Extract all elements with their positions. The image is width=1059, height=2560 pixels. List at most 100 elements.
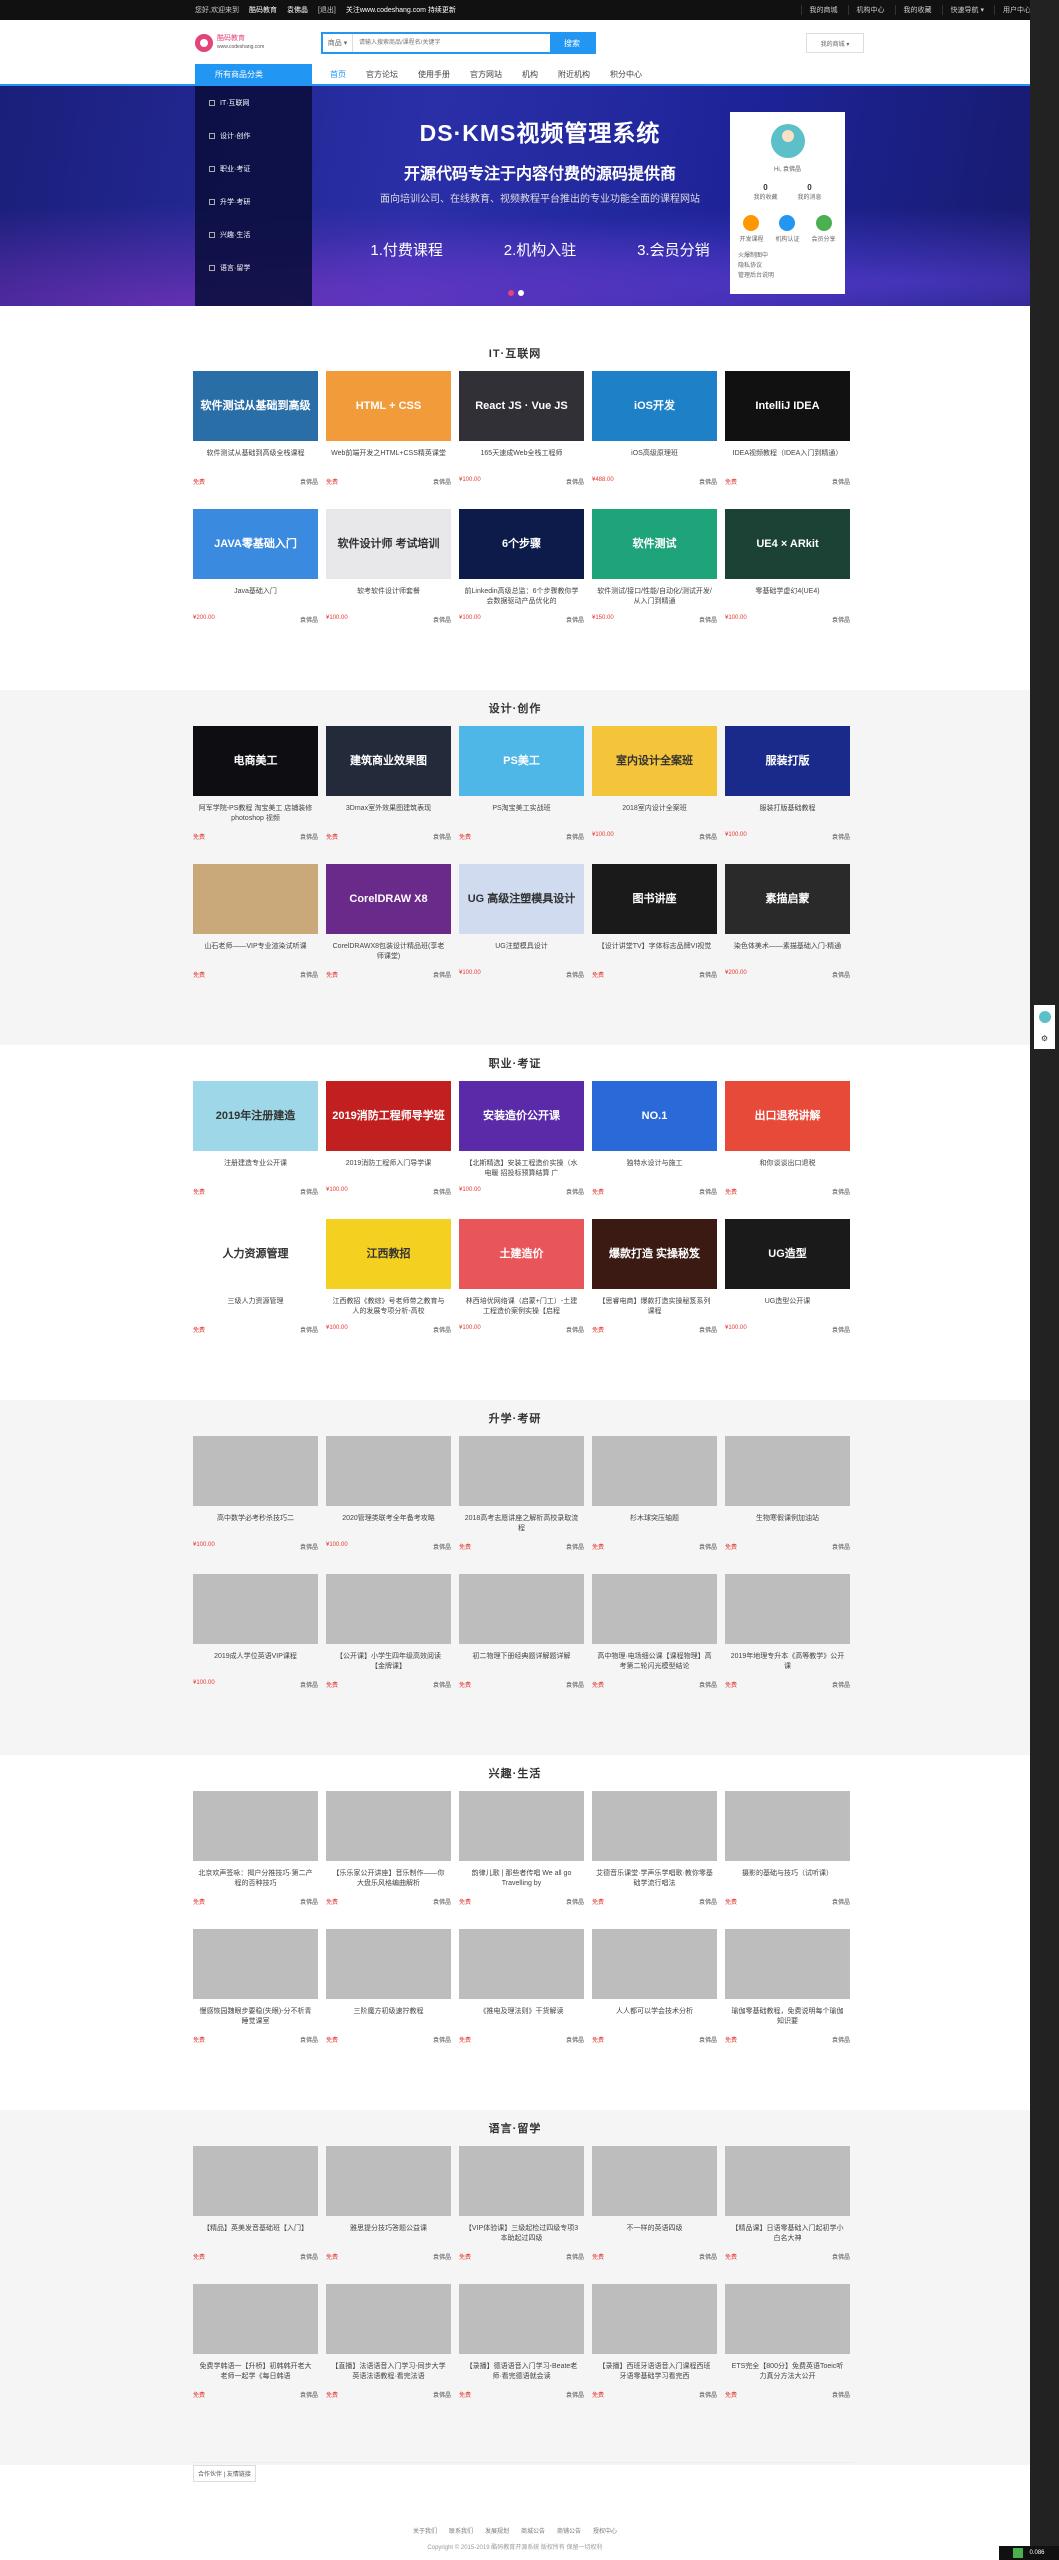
course-card[interactable]: HTML + CSS Web前端开发之HTML+CSS精英课堂 免费 袁佛晶 xyxy=(326,371,451,509)
logout-link[interactable]: [退出] xyxy=(318,5,336,15)
course-seller[interactable]: 袁佛晶 xyxy=(699,1897,717,1906)
course-title[interactable]: 2019消防工程师入门导学课 xyxy=(326,1159,451,1181)
course-seller[interactable]: 袁佛晶 xyxy=(433,2252,451,2261)
course-title[interactable]: 不一样的英语四级 xyxy=(592,2224,717,2246)
course-title[interactable]: 【录播】德语语音入门学习-Beate老师·看完德语就会读 xyxy=(459,2362,584,2384)
course-seller[interactable]: 袁佛晶 xyxy=(300,1897,318,1906)
course-card[interactable]: 爆款打造 实操秘笈 【思睿电商】爆款打造实操秘笈系列课程 免费 袁佛晶 xyxy=(592,1219,717,1357)
course-title[interactable]: 独特水设计与施工 xyxy=(592,1159,717,1181)
course-thumbnail[interactable] xyxy=(459,1574,584,1644)
carousel-dot[interactable] xyxy=(508,290,514,296)
course-card[interactable]: 初二物理下册经典题详解题详解 免费 袁佛晶 xyxy=(459,1574,584,1712)
course-title[interactable]: Web前端开发之HTML+CSS精英课堂 xyxy=(326,449,451,471)
sidebar-item-career[interactable]: 职业·考证 xyxy=(195,152,312,185)
course-thumbnail[interactable] xyxy=(326,1436,451,1506)
course-title[interactable]: 江西教招《教综》号老师带之教育与人的发展专项分析-高校 xyxy=(326,1297,451,1319)
course-thumbnail[interactable]: 2019年注册建造 xyxy=(193,1081,318,1151)
course-title[interactable]: 雅思提分技巧答题公益课 xyxy=(326,2224,451,2246)
course-title[interactable]: 【VIP体验课】三级起检过四级专项3本助起过四级 xyxy=(459,2224,584,2246)
course-card[interactable]: 室内设计全案班 2018室内设计全案班 ¥100.00 袁佛晶 xyxy=(592,726,717,864)
user-action[interactable]: 开发课程 xyxy=(739,215,763,243)
course-thumbnail[interactable] xyxy=(193,2146,318,2216)
course-card[interactable]: 【直播】法语语音入门学习-同步大学英语法语教程·看完法语 免费 袁佛晶 xyxy=(326,2284,451,2422)
course-seller[interactable]: 袁佛晶 xyxy=(566,832,584,841)
course-title[interactable]: Java基础入门 xyxy=(193,587,318,609)
course-card[interactable]: 山石老师——VIP专业渲染试听课 免费 袁佛晶 xyxy=(193,864,318,1002)
course-card[interactable]: 【录播】德语语音入门学习-Beate老师·看完德语就会读 免费 袁佛晶 xyxy=(459,2284,584,2422)
course-thumbnail[interactable] xyxy=(592,1574,717,1644)
top-link-quicknav[interactable]: 快速导航 ▾ xyxy=(941,5,984,15)
user-action[interactable]: 机构认证 xyxy=(775,215,800,243)
course-seller[interactable]: 袁佛晶 xyxy=(699,1542,717,1551)
footer-link[interactable]: 发展规划 xyxy=(485,2526,509,2535)
course-title[interactable]: 【设计讲堂TV】字体标志品牌VI视觉 xyxy=(592,942,717,964)
course-title[interactable]: 杉木球突压轴题 xyxy=(592,1514,717,1536)
course-title[interactable]: 和你谈谈出口退税 xyxy=(725,1159,850,1181)
course-seller[interactable]: 袁佛晶 xyxy=(832,2252,850,2261)
course-title[interactable]: 【北斯精选】安装工程造价实操（水电暖 招投标预算结算 广 xyxy=(459,1159,584,1181)
course-seller[interactable]: 袁佛晶 xyxy=(699,477,717,486)
course-title[interactable]: 高中物理·电场细公课【课程物理】高考第二轮闪光模型结论 xyxy=(592,1652,717,1674)
course-thumbnail[interactable] xyxy=(193,1574,318,1644)
course-card[interactable]: UG 高级注塑模具设计 UG注塑模具设计 ¥100.00 袁佛晶 xyxy=(459,864,584,1002)
course-seller[interactable]: 袁佛晶 xyxy=(566,2390,584,2399)
course-title[interactable]: 注册建造专业公开课 xyxy=(193,1159,318,1181)
avatar-icon[interactable] xyxy=(1038,1010,1051,1023)
course-card[interactable]: 【乐乐家公开讲座】音乐制作——你大盘乐风格编曲解析 免费 袁佛晶 xyxy=(326,1791,451,1929)
username-link[interactable]: 袁佛晶 xyxy=(287,5,308,15)
course-card[interactable]: 服装打版 服装打版基础教程 ¥100.00 袁佛晶 xyxy=(725,726,850,864)
course-thumbnail[interactable]: 电商美工 xyxy=(193,726,318,796)
course-seller[interactable]: 袁佛晶 xyxy=(300,2252,318,2261)
course-card[interactable]: React JS · Vue JS 165天速成Web全栈工程师 ¥100.00 袁佛… xyxy=(459,371,584,509)
course-seller[interactable]: 袁佛晶 xyxy=(300,1680,318,1689)
course-seller[interactable]: 袁佛晶 xyxy=(832,2035,850,2044)
course-title[interactable]: 软件测试/接口/性能/自动化/测试开发/从入门到精通 xyxy=(592,587,717,609)
course-card[interactable]: 图书讲座 【设计讲堂TV】字体标志品牌VI视觉 免费 袁佛晶 xyxy=(592,864,717,1002)
course-seller[interactable]: 袁佛晶 xyxy=(832,832,850,841)
course-seller[interactable]: 袁佛晶 xyxy=(433,1187,451,1196)
course-title[interactable]: PS淘宝美工实战班 xyxy=(459,804,584,826)
course-seller[interactable]: 袁佛晶 xyxy=(699,970,717,979)
course-thumbnail[interactable] xyxy=(193,1929,318,1999)
course-seller[interactable]: 袁佛晶 xyxy=(566,1542,584,1551)
course-card[interactable]: 艾德音乐课堂·学声乐学唱歌·教你零基础学流行唱法 免费 袁佛晶 xyxy=(592,1791,717,1929)
carousel-dot[interactable] xyxy=(518,290,524,296)
course-thumbnail[interactable] xyxy=(326,1791,451,1861)
course-seller[interactable]: 袁佛晶 xyxy=(699,1325,717,1334)
user-action[interactable]: 会员分享 xyxy=(812,215,836,243)
course-card[interactable]: 杉木球突压轴题 免费 袁佛晶 xyxy=(592,1436,717,1574)
course-card[interactable]: 2019年注册建造 注册建造专业公开课 免费 袁佛晶 xyxy=(193,1081,318,1219)
course-card[interactable]: UG造型 UG造型公开课 ¥100.00 袁佛晶 xyxy=(725,1219,850,1357)
course-title[interactable]: 生物寒假课例加油站 xyxy=(725,1514,850,1536)
course-seller[interactable]: 袁佛晶 xyxy=(699,2390,717,2399)
course-card[interactable]: 人人都可以学会技术分析 免费 袁佛晶 xyxy=(592,1929,717,2067)
course-card[interactable]: 素描启蒙 染色体美术——素描基础入门-精通 ¥200.00 袁佛晶 xyxy=(725,864,850,1002)
course-card[interactable]: 建筑商业效果图 3Dmax室外效果图建筑表现 免费 袁佛晶 xyxy=(326,726,451,864)
course-card[interactable]: 人力资源管理 三级人力资源管理 免费 袁佛晶 xyxy=(193,1219,318,1357)
course-thumbnail[interactable] xyxy=(326,2284,451,2354)
course-title[interactable]: 三级人力资源管理 xyxy=(193,1297,318,1319)
course-card[interactable]: 软件设计师 考试培训 软考软件设计师套餐 ¥100.00 袁佛晶 xyxy=(326,509,451,647)
course-thumbnail[interactable] xyxy=(326,2146,451,2216)
all-categories-button[interactable]: 所有商品分类 xyxy=(195,64,312,84)
course-thumbnail[interactable]: UG造型 xyxy=(725,1219,850,1289)
course-seller[interactable]: 袁佛晶 xyxy=(832,1187,850,1196)
course-seller[interactable]: 袁佛晶 xyxy=(699,2035,717,2044)
nav-forum[interactable]: 官方论坛 xyxy=(356,69,408,80)
course-card[interactable]: 2019成人学位英语VIP课程 ¥100.00 袁佛晶 xyxy=(193,1574,318,1712)
course-card[interactable]: 2019消防工程师导学班 2019消防工程师入门导学课 ¥100.00 袁佛晶 xyxy=(326,1081,451,1219)
course-seller[interactable]: 袁佛晶 xyxy=(433,970,451,979)
course-card[interactable]: 高中数学必考秒杀技巧二 ¥100.00 袁佛晶 xyxy=(193,1436,318,1574)
course-card[interactable]: 【精品课】日语零基础入门起初学小白名大神 免费 袁佛晶 xyxy=(725,2146,850,2284)
hero-banner[interactable]: IT·互联网 设计·创作 职业·考证 升学·考研 兴趣·生活 语言·留学 DS·… xyxy=(0,86,1059,306)
footer-link[interactable]: 授权中心 xyxy=(593,2526,617,2535)
course-seller[interactable]: 袁佛晶 xyxy=(566,1897,584,1906)
course-seller[interactable]: 袁佛晶 xyxy=(699,2252,717,2261)
course-thumbnail[interactable]: JAVA零基础入门 xyxy=(193,509,318,579)
course-thumbnail[interactable]: 人力资源管理 xyxy=(193,1219,318,1289)
course-title[interactable]: UG造型公开课 xyxy=(725,1297,850,1319)
course-title[interactable]: 零基础学虚幻4(UE4) xyxy=(725,587,850,609)
course-thumbnail[interactable] xyxy=(326,1574,451,1644)
course-card[interactable]: 《推电及理法则》干货解读 免费 袁佛晶 xyxy=(459,1929,584,2067)
course-thumbnail[interactable]: 安装造价公开课 xyxy=(459,1081,584,1151)
